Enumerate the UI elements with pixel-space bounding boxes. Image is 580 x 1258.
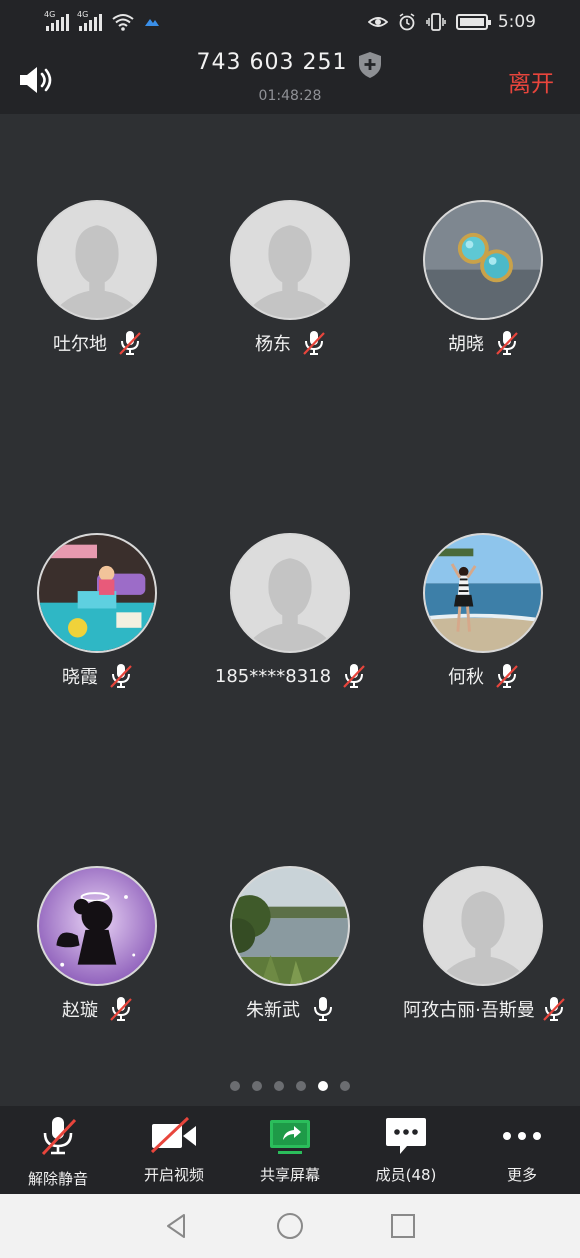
chat-bubble-icon: [386, 1118, 426, 1154]
participant-name-row: 晓霞: [0, 663, 194, 689]
vibrate-icon: [426, 13, 446, 31]
status-bar: 4G 4G 5:09: [0, 0, 580, 44]
sim2-network-label: 4G: [77, 10, 89, 19]
participant-name-row: 185****8318: [193, 663, 387, 689]
home-circle-icon[interactable]: [275, 1211, 305, 1241]
participant-name-row: 杨东: [193, 330, 387, 356]
beach-photo-image: [425, 535, 541, 651]
mic-muted-icon: [543, 996, 565, 1022]
participant-name: 晓霞: [62, 667, 98, 688]
participant-tile[interactable]: 胡晓: [386, 200, 580, 400]
start-video-button[interactable]: 开启视频: [116, 1106, 232, 1194]
page-dot[interactable]: [252, 1081, 262, 1091]
mic-muted-icon: [303, 330, 325, 356]
lake-photo-image: [232, 868, 348, 984]
members-label: 成员(48): [375, 1166, 437, 1184]
default-avatar-icon: [230, 200, 350, 320]
participant-tile[interactable]: 吐尔地: [0, 200, 194, 400]
participant-photo-avatar: [37, 866, 157, 986]
mic-muted-icon: [110, 996, 132, 1022]
participant-name-row: 吐尔地: [0, 330, 194, 356]
participant-photo-avatar: [37, 533, 157, 653]
sim1-network-label: 4G: [44, 10, 56, 19]
participant-tile[interactable]: 阿孜古丽·吾斯曼: [386, 866, 580, 1066]
participant-name-row: 赵璇: [0, 996, 194, 1022]
more-dots-icon: [503, 1132, 541, 1140]
recents-square-icon[interactable]: [388, 1211, 418, 1241]
participant-name: 185****8318: [214, 665, 332, 687]
participant-tile[interactable]: 朱新武: [193, 866, 387, 1066]
mic-muted-icon: [41, 1117, 77, 1156]
security-shield-icon[interactable]: [357, 51, 383, 79]
signal-icon-2: 4G: [77, 10, 102, 31]
mic-on-icon: [312, 996, 334, 1022]
meeting-id[interactable]: 743 603 251: [197, 50, 348, 75]
participant-name-row: 阿孜古丽·吾斯曼: [384, 996, 580, 1022]
participant-tile[interactable]: 185****8318: [193, 533, 387, 733]
meeting-toolbar: 解除静音 开启视频 共享屏幕 成员(48) 更多: [0, 1106, 580, 1194]
battery-icon: [455, 14, 491, 30]
participant-photo-avatar: [423, 200, 543, 320]
participant-name: 何秋: [448, 667, 484, 688]
meeting-id-row: 743 603 251: [0, 50, 580, 79]
eye-comfort-icon: [367, 17, 388, 27]
more-button[interactable]: 更多: [464, 1106, 580, 1194]
share-screen-icon: [270, 1120, 310, 1154]
page-dot-active[interactable]: [318, 1081, 328, 1091]
default-avatar-icon: [37, 200, 157, 320]
participant-name: 吐尔地: [53, 334, 107, 355]
leave-button[interactable]: 离开: [508, 64, 554, 98]
start-video-label: 开启视频: [143, 1166, 204, 1184]
participant-name: 朱新武: [246, 1000, 300, 1021]
participant-photo-avatar: [423, 533, 543, 653]
page-indicator: [0, 1081, 580, 1091]
participant-name: 赵璇: [62, 1000, 98, 1021]
meeting-header: 743 603 251 01:48:28 离开: [0, 44, 580, 114]
participant-name-row: 朱新武: [193, 996, 387, 1022]
share-screen-button[interactable]: 共享屏幕: [232, 1106, 348, 1194]
toy-house-photo-image: [39, 535, 155, 651]
app-notification-icon: [145, 19, 159, 26]
default-avatar-icon: [423, 866, 543, 986]
participant-name: 阿孜古丽·吾斯曼: [403, 1000, 535, 1021]
mic-muted-icon: [119, 330, 141, 356]
meeting-duration: 01:48:28: [258, 88, 322, 104]
mic-muted-icon: [496, 330, 518, 356]
clock-time: 5:09: [497, 12, 536, 32]
page-dot[interactable]: [296, 1081, 306, 1091]
signal-icon: 4G: [44, 10, 69, 31]
participant-photo-avatar: [230, 866, 350, 986]
mic-muted-icon: [343, 663, 365, 689]
page-dot[interactable]: [274, 1081, 284, 1091]
page-dot[interactable]: [230, 1081, 240, 1091]
earrings-photo-image: [425, 202, 541, 318]
mic-muted-icon: [110, 663, 132, 689]
back-triangle-icon[interactable]: [162, 1211, 192, 1241]
participant-name: 胡晓: [448, 334, 484, 355]
share-screen-label: 共享屏幕: [259, 1166, 320, 1184]
participant-name: 杨东: [255, 334, 291, 355]
participant-tile[interactable]: 晓霞: [0, 533, 194, 733]
status-bar-left: 4G 4G: [44, 10, 160, 31]
angel-silhouette-photo-image: [39, 868, 155, 984]
unmute-button[interactable]: 解除静音: [0, 1106, 116, 1194]
unmute-label: 解除静音: [27, 1170, 88, 1188]
wifi-icon: [112, 14, 134, 31]
members-button[interactable]: 成员(48): [348, 1106, 464, 1194]
participant-grid: 吐尔地 杨东 胡晓 晓霞 185****8318 何秋 赵璇 朱新武 阿孜古丽·…: [0, 114, 580, 1104]
mic-muted-icon: [496, 663, 518, 689]
participant-tile[interactable]: 何秋: [386, 533, 580, 733]
status-bar-right: 5:09: [367, 12, 536, 32]
participant-name-row: 何秋: [386, 663, 580, 689]
participant-tile[interactable]: 杨东: [193, 200, 387, 400]
participant-name-row: 胡晓: [386, 330, 580, 356]
page-dot[interactable]: [340, 1081, 350, 1091]
more-label: 更多: [506, 1166, 537, 1184]
system-navigation-bar: [0, 1194, 580, 1258]
alarm-icon: [399, 13, 415, 31]
default-avatar-icon: [230, 533, 350, 653]
video-off-icon: [151, 1116, 196, 1154]
participant-tile[interactable]: 赵璇: [0, 866, 194, 1066]
